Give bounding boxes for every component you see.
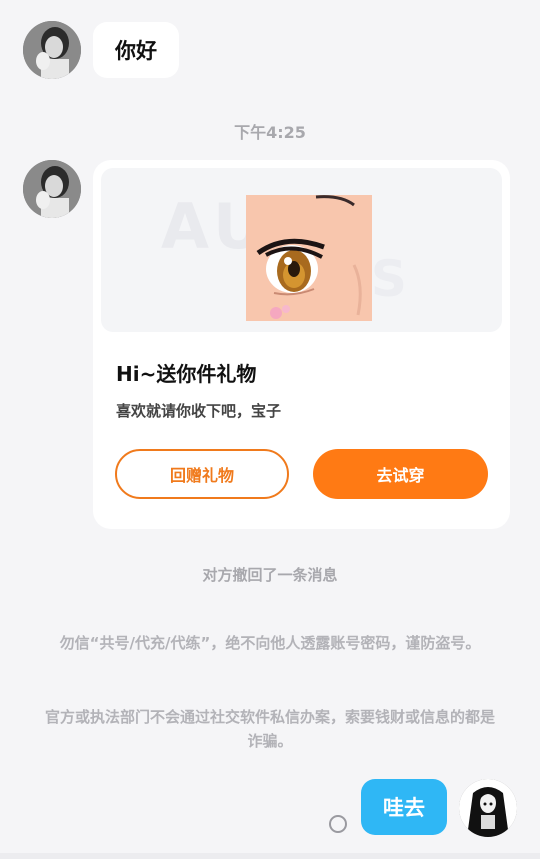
return-gift-button-label: 回赠礼物 (169, 466, 234, 485)
gift-card[interactable]: AU R S Hi~送你件礼物 喜欢就请你收下吧，宝子 回赠礼物 (93, 160, 510, 529)
greeting-message-text: 你好 (115, 39, 157, 63)
reply-message-text: 哇去 (383, 796, 425, 820)
greeting-message-bubble[interactable]: 你好 (93, 22, 179, 78)
try-on-button[interactable]: 去试穿 (313, 449, 488, 499)
gift-item-image (246, 195, 372, 321)
contact-avatar[interactable] (23, 21, 81, 79)
gift-banner: AU R S (101, 168, 502, 332)
reply-message-bubble[interactable]: 哇去 (361, 779, 447, 835)
recall-notice: 对方撤回了一条消息 (202, 566, 338, 584)
self-avatar[interactable] (459, 779, 517, 837)
gift-card-title: Hi~送你件礼物 (116, 362, 257, 386)
message-timestamp: 下午4:25 (234, 123, 306, 142)
gift-card-subtitle: 喜欢就请你收下吧，宝子 (116, 402, 282, 420)
input-bar-edge (0, 853, 540, 859)
security-warning-account: 勿信“共号/代充/代练”，绝不向他人透露账号密码，谨防盗号。 (59, 634, 481, 652)
status-circle-icon (329, 815, 347, 833)
return-gift-button[interactable]: 回赠礼物 (115, 449, 289, 499)
contact-avatar[interactable] (23, 160, 81, 218)
security-warning-fraud: 官方或执法部门不会通过社交软件私信办案，索要钱财或信息的都是诈骗。 (44, 708, 495, 750)
try-on-button-label: 去试穿 (376, 466, 425, 485)
